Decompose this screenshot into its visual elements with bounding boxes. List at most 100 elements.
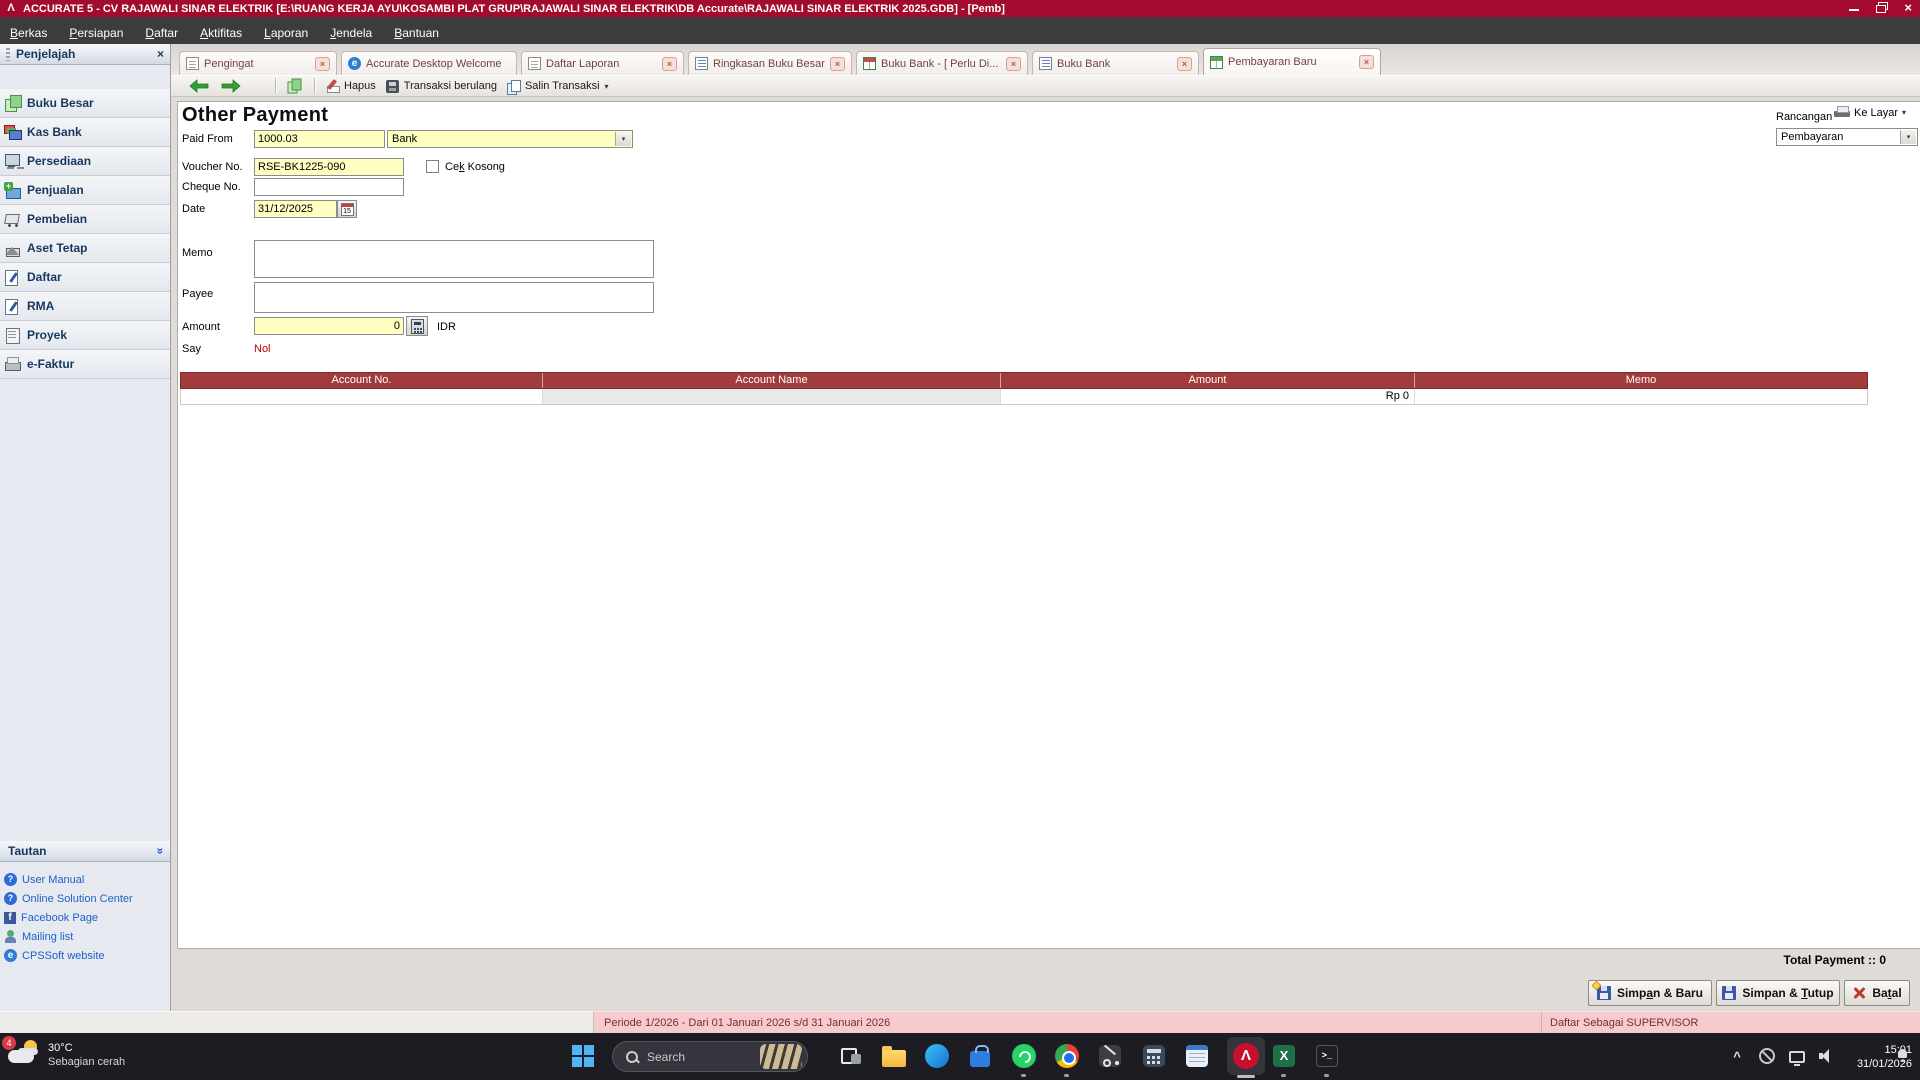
paid-from-account-select[interactable]: Bank ▾: [387, 130, 633, 148]
snipping-tool-button[interactable]: [1096, 1042, 1124, 1070]
tray-expand-button[interactable]: ^: [1723, 1042, 1751, 1070]
copy-transaction-icon: [507, 80, 520, 93]
sidebar-item-e-faktur[interactable]: e-Faktur: [0, 350, 170, 379]
ke-layar-button[interactable]: Ke Layar ▾: [1834, 106, 1906, 119]
collapse-chevron-icon[interactable]: »: [154, 848, 168, 855]
accurate-taskbar-button[interactable]: Λ: [1227, 1037, 1265, 1075]
template-select[interactable]: Pembayaran ▾: [1776, 128, 1918, 146]
help-icon: ?: [4, 873, 17, 886]
sidebar-item-label: Penjualan: [27, 183, 84, 197]
link-online-solution-center[interactable]: ?Online Solution Center: [4, 889, 133, 908]
sidebar-item-kas-bank[interactable]: Kas Bank: [0, 118, 170, 147]
link-mailing-list[interactable]: Mailing list: [4, 927, 73, 946]
sidebar-close-icon[interactable]: ×: [157, 48, 164, 60]
batal-button[interactable]: Batal: [1844, 980, 1910, 1006]
salin-transaksi-button[interactable]: Salin Transaksi▾: [502, 79, 614, 94]
cell-account-no[interactable]: [181, 389, 543, 404]
cell-account-name[interactable]: [543, 389, 1001, 404]
tab-close-icon[interactable]: ×: [830, 57, 845, 71]
weather-temp[interactable]: 30°C: [48, 1042, 73, 1054]
simpan-baru-button[interactable]: Simpan & Baru: [1588, 980, 1712, 1006]
hapus-button[interactable]: Hapus: [321, 79, 381, 94]
chrome-button[interactable]: [1053, 1042, 1081, 1070]
simpan-tutup-button[interactable]: Simpan & Tutup: [1716, 980, 1840, 1006]
accurate-logo-icon: Λ: [4, 2, 18, 15]
tab-close-icon[interactable]: ×: [1006, 57, 1021, 71]
cell-memo[interactable]: [1415, 389, 1867, 404]
taskbar-search[interactable]: Search: [612, 1041, 808, 1072]
tab-daftar-laporan[interactable]: Daftar Laporan×: [521, 51, 684, 75]
cell-amount[interactable]: Rp 0: [1001, 389, 1415, 404]
ms-store-button[interactable]: [966, 1042, 994, 1070]
memo-input[interactable]: [254, 240, 654, 278]
tab-buku-bank-perlu[interactable]: Buku Bank - [ Perlu Di...×: [856, 51, 1028, 75]
tab-ringkasan-buku-besar[interactable]: Ringkasan Buku Besar×: [688, 51, 852, 75]
copy-button[interactable]: [282, 77, 308, 95]
edge-button[interactable]: [923, 1042, 951, 1070]
recurring-icon: [386, 80, 399, 93]
menu-aktifitas[interactable]: Aktifitas: [200, 26, 242, 40]
notification-bell-icon[interactable]: [1896, 1048, 1909, 1061]
terminal-button[interactable]: >_: [1313, 1042, 1341, 1070]
menu-jendela[interactable]: Jendela: [330, 26, 372, 40]
excel-button[interactable]: X: [1270, 1042, 1298, 1070]
close-icon[interactable]: ×: [1904, 2, 1912, 13]
paid-from-input[interactable]: [254, 130, 385, 148]
back-button[interactable]: [183, 78, 215, 94]
tab-accurate-desktop-welcome[interactable]: eAccurate Desktop Welcome: [341, 51, 517, 75]
calculator-app-button[interactable]: [1140, 1042, 1168, 1070]
cek-kosong-checkbox[interactable]: [426, 160, 439, 173]
sidebar-item-proyek[interactable]: Proyek: [0, 321, 170, 350]
tab-close-icon[interactable]: ×: [662, 57, 677, 71]
amount-input[interactable]: [254, 317, 404, 335]
sidebar-item-pembelian[interactable]: Pembelian: [0, 205, 170, 234]
restore-icon[interactable]: [1876, 2, 1888, 13]
ledger-pages-icon: [4, 95, 21, 111]
link-facebook-page[interactable]: fFacebook Page: [4, 908, 98, 927]
tab-buku-bank[interactable]: Buku Bank×: [1032, 51, 1199, 75]
sidebar-item-persediaan[interactable]: Persediaan: [0, 147, 170, 176]
tab-close-icon[interactable]: ×: [1177, 57, 1192, 71]
minimize-icon[interactable]: [1849, 2, 1860, 13]
task-view-button[interactable]: [837, 1042, 865, 1070]
tab-pengingat[interactable]: Pengingat×: [179, 51, 337, 75]
whatsapp-button[interactable]: [1010, 1042, 1038, 1070]
payee-input[interactable]: [254, 282, 654, 313]
tab-pembayaran-baru[interactable]: Pembayaran Baru×: [1203, 48, 1381, 75]
tray-disabled-button[interactable]: [1753, 1042, 1781, 1070]
efaktur-printer-icon: [4, 356, 21, 372]
menu-laporan[interactable]: Laporan: [264, 26, 308, 40]
tab-close-icon[interactable]: ×: [1359, 55, 1374, 69]
forward-button[interactable]: [215, 78, 247, 94]
table-row[interactable]: Rp 0: [180, 389, 1868, 405]
date-picker-button[interactable]: 15: [337, 200, 357, 218]
sidebar-item-penjualan[interactable]: Penjualan: [0, 176, 170, 205]
menu-daftar[interactable]: Daftar: [145, 26, 178, 40]
voucher-input[interactable]: [254, 158, 404, 176]
sidebar-item-daftar[interactable]: Daftar: [0, 263, 170, 292]
weather-desc[interactable]: Sebagian cerah: [48, 1056, 125, 1068]
sidebar-item-buku-besar[interactable]: Buku Besar: [0, 89, 170, 118]
chevron-down-icon[interactable]: ▾: [1907, 133, 1911, 141]
sidebar-item-aset-tetap[interactable]: Aset Tetap: [0, 234, 170, 263]
sidebar-item-rma[interactable]: RMA: [0, 292, 170, 321]
menu-berkas[interactable]: Berkas: [10, 26, 47, 40]
chevron-down-icon[interactable]: ▾: [622, 135, 626, 143]
link-cpssoft-website[interactable]: eCPSSoft website: [4, 946, 105, 965]
cheque-input[interactable]: [254, 178, 404, 196]
link-user-manual[interactable]: ?User Manual: [4, 870, 84, 889]
menu-persiapan[interactable]: Persiapan: [69, 26, 123, 40]
file-explorer-button[interactable]: [880, 1042, 908, 1070]
links-header[interactable]: Tautan »: [0, 841, 170, 862]
menu-bantuan[interactable]: Bantuan: [394, 26, 439, 40]
notes-app-button[interactable]: [1183, 1042, 1211, 1070]
tab-close-icon[interactable]: ×: [315, 57, 330, 71]
transaksi-berulang-button[interactable]: Transaksi berulang: [381, 79, 502, 94]
start-button[interactable]: [572, 1045, 594, 1067]
tray-volume-button[interactable]: [1813, 1042, 1841, 1070]
date-input[interactable]: [254, 200, 337, 218]
calculator-button[interactable]: [406, 316, 428, 336]
tray-network-button[interactable]: [1783, 1042, 1811, 1070]
transaction-toolbar: Hapus Transaksi berulang Salin Transaksi…: [171, 75, 1920, 97]
chevron-down-icon[interactable]: ▾: [605, 82, 609, 91]
